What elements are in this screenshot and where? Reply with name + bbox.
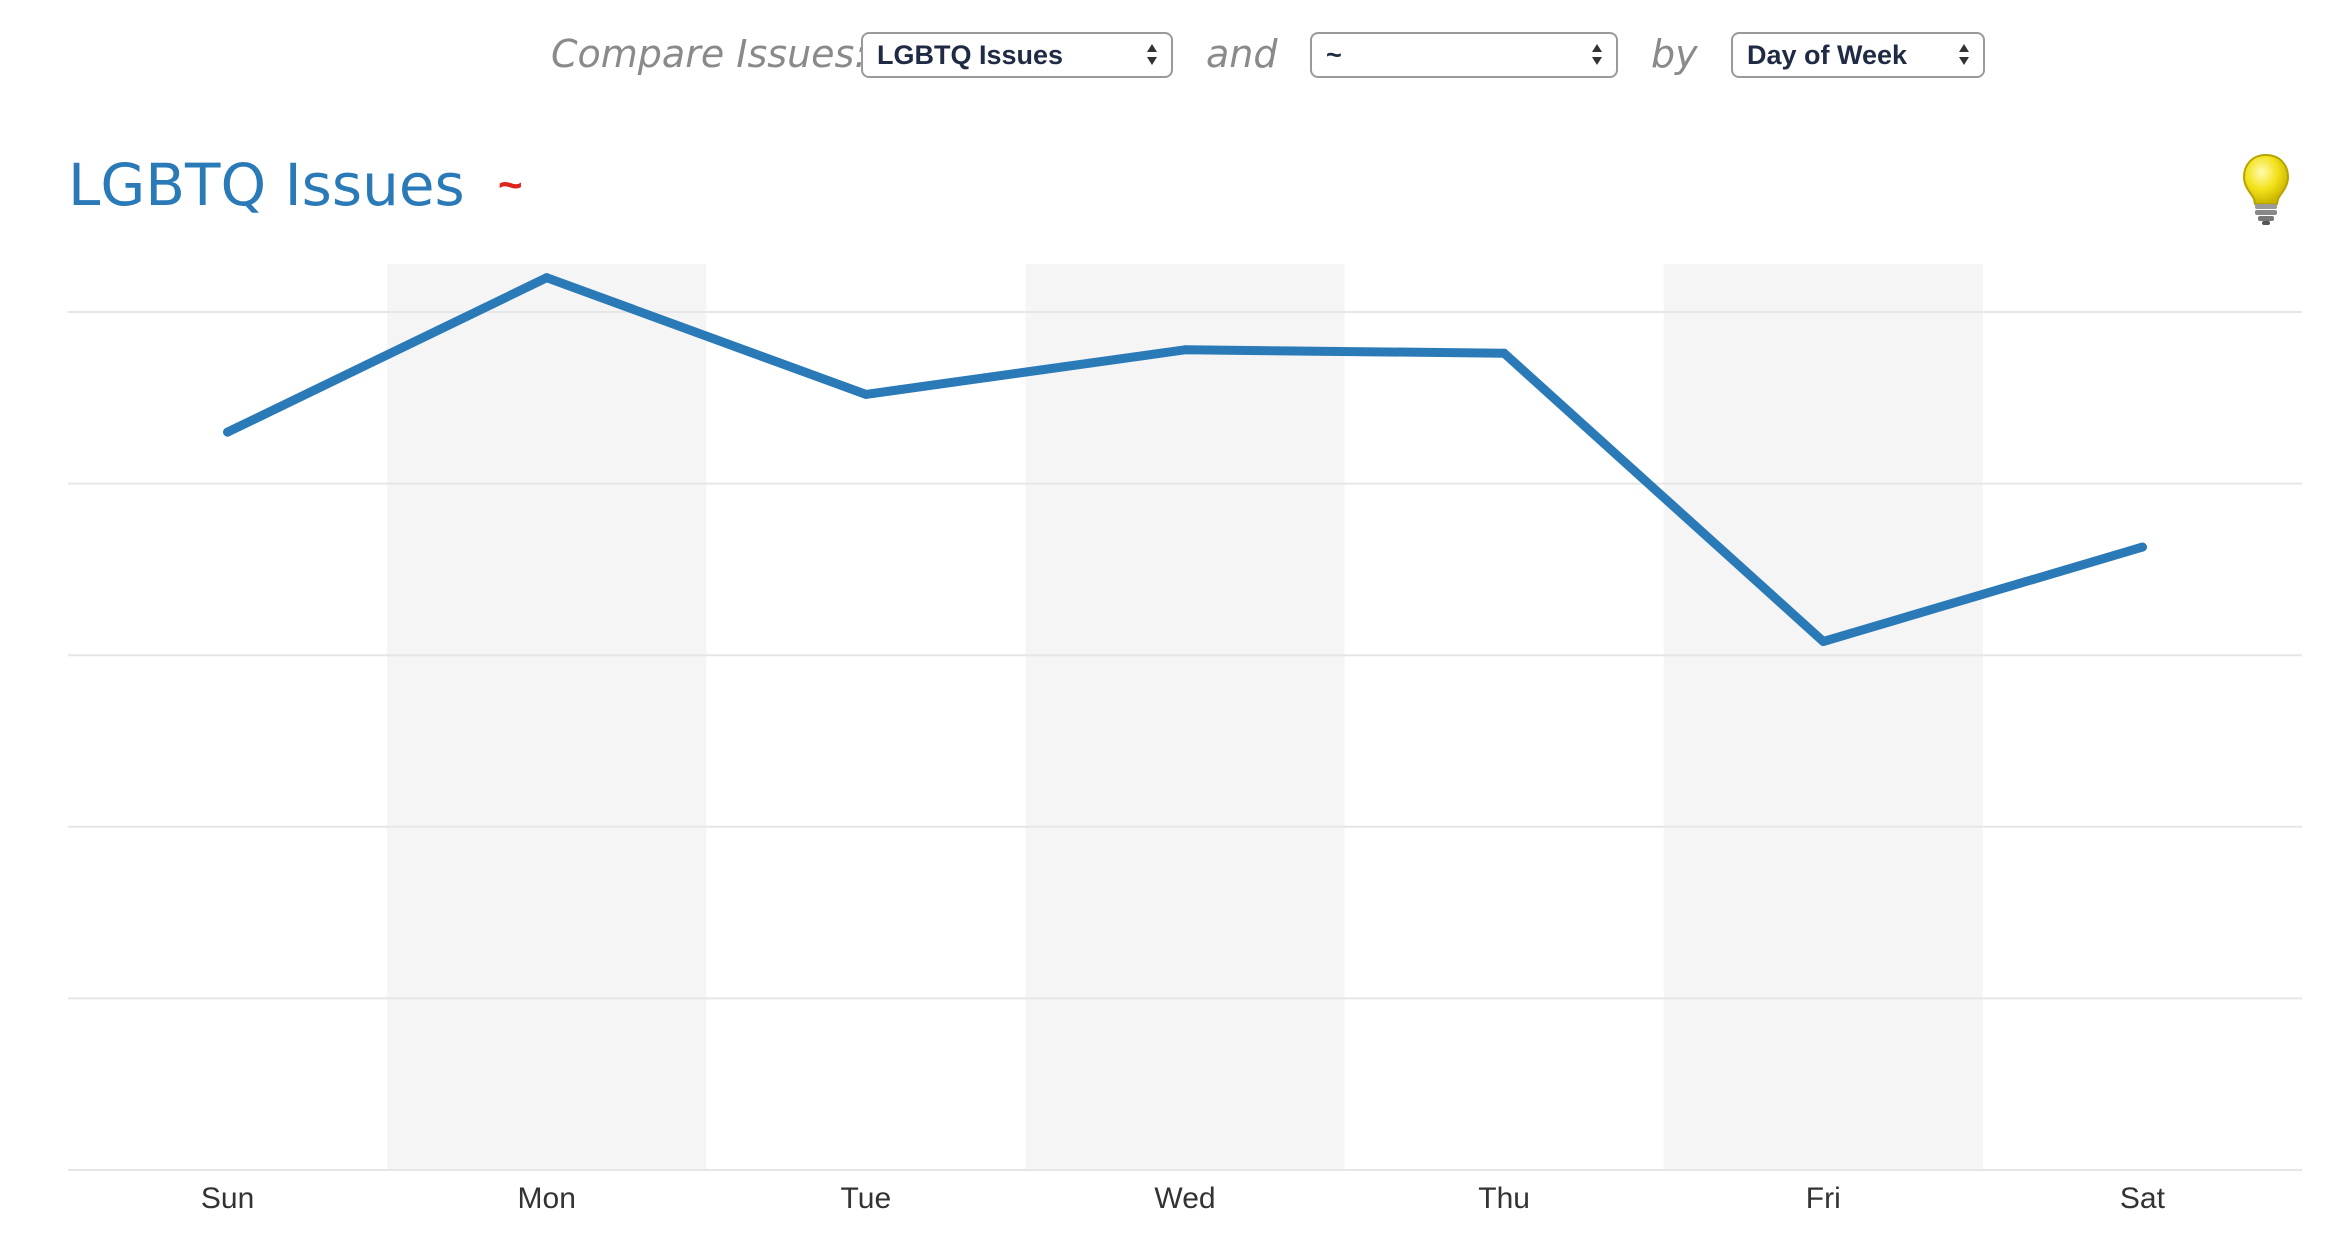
x-tick-label-tue: Tue: [841, 1182, 892, 1215]
x-tick-label-thu: Thu: [1478, 1182, 1530, 1215]
data-point-tue: [861, 389, 871, 399]
column-band: [1025, 264, 1345, 1170]
x-tick-label-wed: Wed: [1154, 1182, 1215, 1215]
data-point-fri: [1818, 636, 1828, 646]
column-band: [1663, 264, 1983, 1170]
data-point-wed: [1180, 345, 1190, 355]
x-tick-label-sat: Sat: [2120, 1182, 2166, 1215]
x-tick-label-mon: Mon: [518, 1182, 576, 1215]
data-point-mon: [542, 273, 552, 283]
data-point-sat: [2137, 542, 2147, 552]
x-tick-label-sun: Sun: [201, 1182, 254, 1215]
x-tick-label-fri: Fri: [1806, 1182, 1841, 1215]
data-point-sun: [223, 427, 233, 437]
column-band: [387, 264, 707, 1170]
data-point-thu: [1499, 348, 1509, 358]
line-chart: Sun Mon Tue Wed Thu Fri Sat: [68, 264, 2302, 1215]
